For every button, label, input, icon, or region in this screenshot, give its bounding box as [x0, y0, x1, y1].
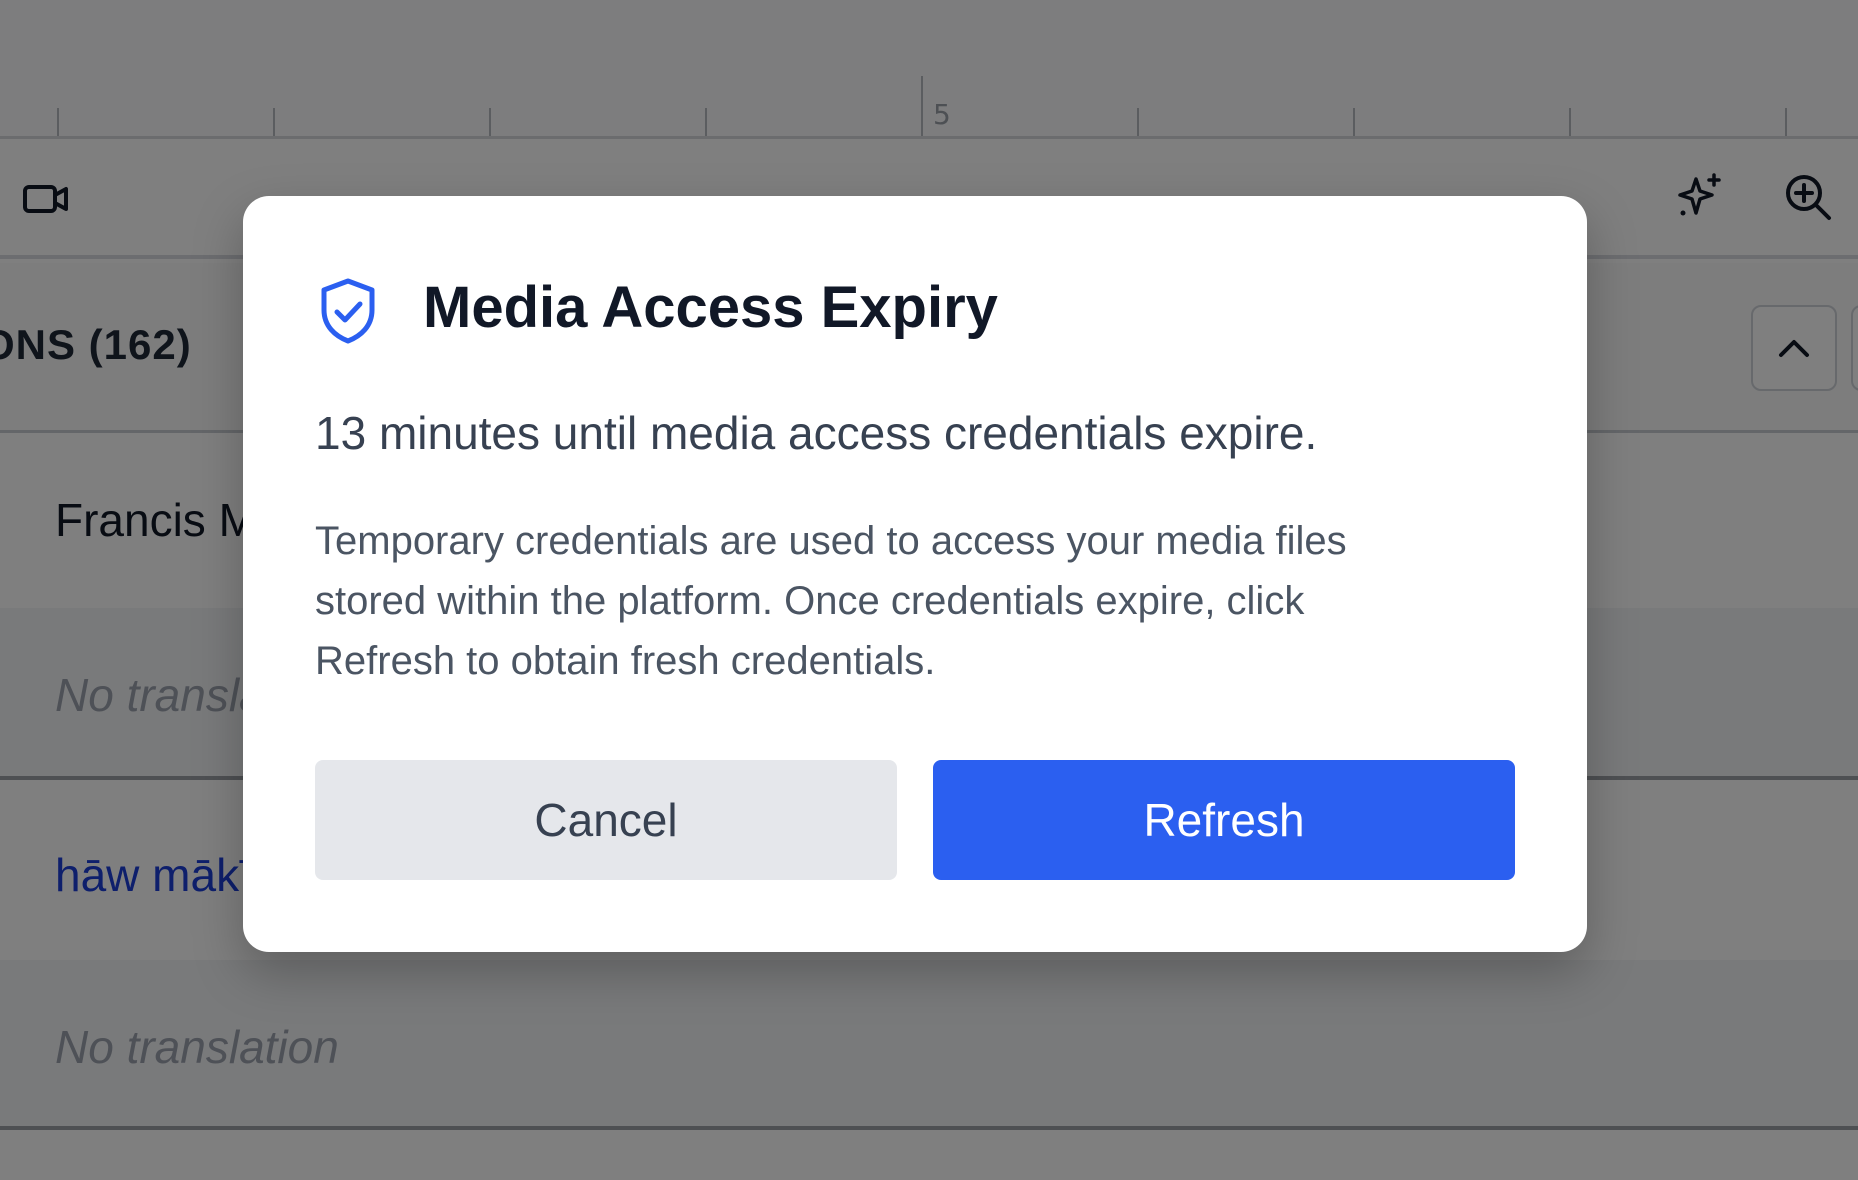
dialog-lead: 13 minutes until media access credential…: [315, 407, 1318, 459]
refresh-button[interactable]: Refresh: [933, 760, 1515, 880]
dialog-title: Media Access Expiry: [423, 275, 998, 340]
description-line: Temporary credentials are used to access…: [315, 519, 1347, 563]
dialog-description: Temporary credentials are used to access…: [315, 511, 1515, 691]
description-line: Refresh to obtain fresh credentials.: [315, 639, 936, 683]
description-line: stored within the platform. Once credent…: [315, 579, 1305, 623]
media-access-expiry-dialog: Media Access Expiry 13 minutes until med…: [243, 196, 1587, 952]
shield-check-icon: [321, 278, 375, 344]
cancel-button[interactable]: Cancel: [315, 760, 897, 880]
